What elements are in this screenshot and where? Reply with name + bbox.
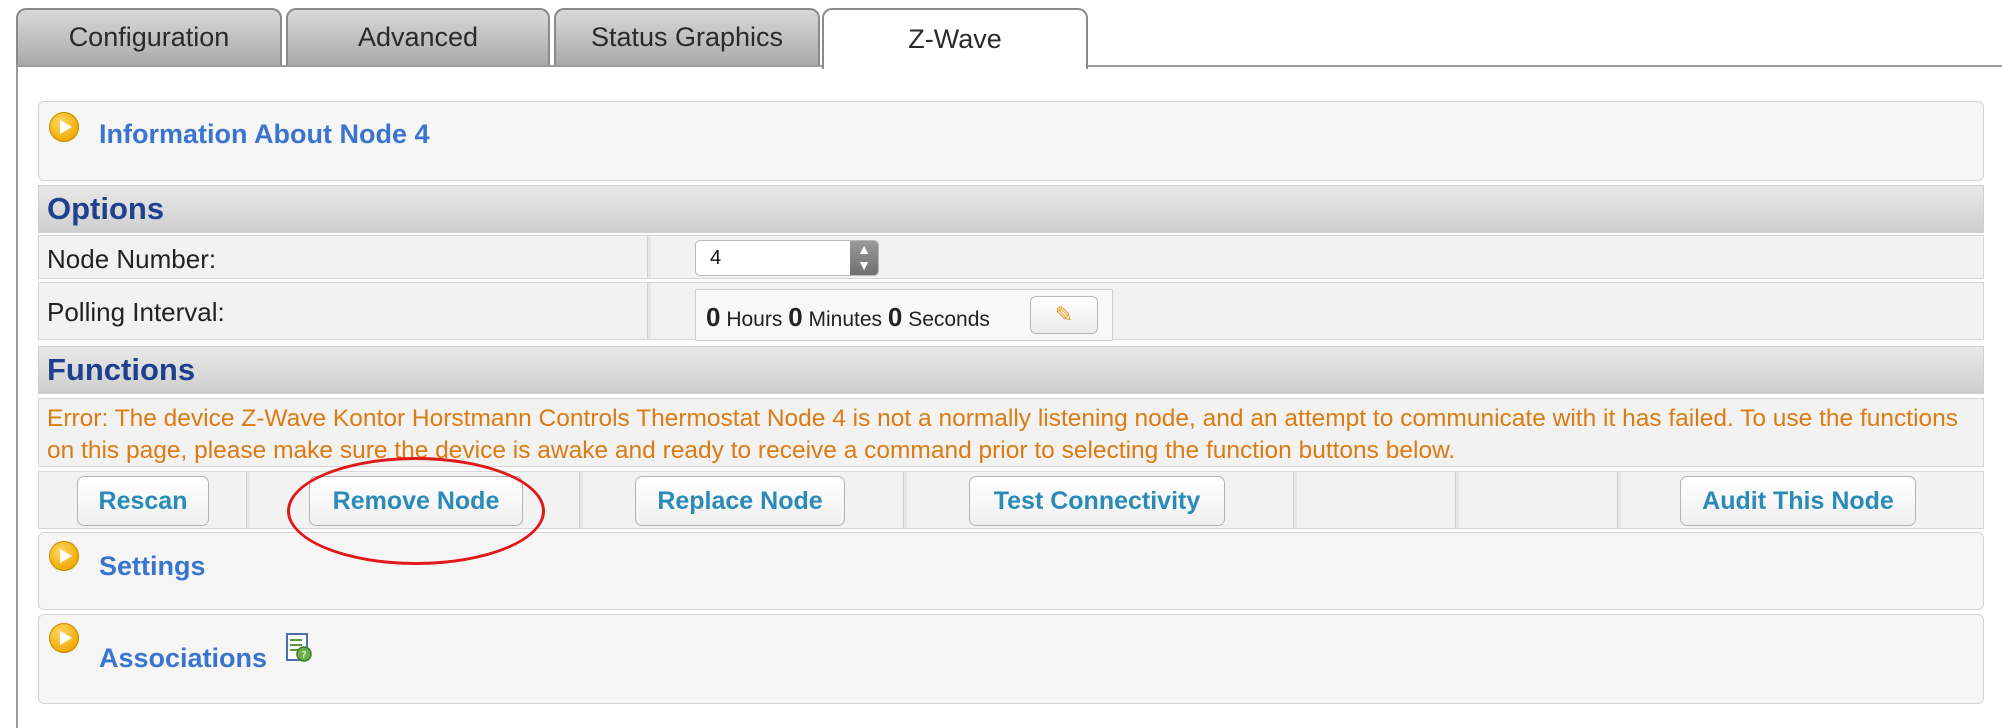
test-connectivity-button[interactable]: Test Connectivity [969, 476, 1225, 526]
tab-bar: Configuration Advanced Status Graphics Z… [16, 8, 2002, 69]
info-panel[interactable]: Information About Node 4 [38, 101, 1984, 181]
row-divider [647, 236, 651, 278]
tab-status-graphics[interactable]: Status Graphics [554, 8, 820, 65]
polling-interval-box: 0 Hours 0 Minutes 0 Seconds ✎ [695, 289, 1113, 341]
associations-panel-title[interactable]: Associations [99, 643, 267, 674]
rescan-button[interactable]: Rescan [77, 476, 209, 526]
audit-node-button[interactable]: Audit This Node [1680, 476, 1916, 526]
tab-z-wave[interactable]: Z-Wave [822, 8, 1088, 69]
tab-configuration[interactable]: Configuration [16, 8, 282, 65]
stepper-arrows-icon[interactable]: ▲ ▼ [850, 241, 878, 275]
annotation-circle [287, 457, 545, 565]
node-number-value: 4 [710, 247, 722, 269]
polling-seconds: 0 [887, 302, 903, 332]
options-header: Options [38, 185, 1984, 233]
help-document-icon[interactable]: ? [284, 632, 312, 664]
polling-minutes-label: Minutes [808, 308, 883, 331]
play-circle-icon[interactable] [49, 541, 79, 571]
polling-interval-row: Polling Interval: 0 Hours 0 Minutes 0 Se… [38, 282, 1984, 341]
info-panel-title[interactable]: Information About Node 4 [99, 119, 429, 150]
polling-seconds-label: Seconds [908, 308, 990, 331]
button-divider [246, 472, 250, 528]
polling-interval-label: Polling Interval: [47, 297, 225, 327]
polling-interval-value: 0 Hours 0 Minutes 0 Seconds [706, 302, 990, 333]
button-divider [1617, 472, 1621, 528]
polling-hours: 0 [706, 302, 721, 332]
node-number-label: Node Number: [47, 244, 217, 274]
replace-node-button[interactable]: Replace Node [635, 476, 845, 526]
error-message: Error: The device Z-Wave Kontor Horstman… [38, 398, 1984, 467]
node-number-stepper[interactable]: 4 ▲ ▼ [695, 240, 879, 276]
settings-panel-title[interactable]: Settings [99, 551, 206, 582]
pencil-icon: ✎ [1054, 302, 1074, 327]
play-circle-icon[interactable] [49, 623, 79, 653]
svg-text:?: ? [301, 650, 306, 661]
tab-advanced[interactable]: Advanced [286, 8, 550, 65]
play-circle-icon[interactable] [49, 112, 79, 142]
button-divider [1293, 472, 1297, 528]
associations-panel[interactable]: Associations [38, 614, 1984, 704]
functions-header: Functions [38, 346, 1984, 394]
polling-hours-label: Hours [726, 308, 783, 331]
row-divider [647, 283, 651, 339]
button-divider [1455, 472, 1459, 528]
polling-minutes: 0 [788, 302, 803, 332]
edit-polling-button[interactable]: ✎ [1030, 296, 1098, 334]
button-divider [579, 472, 583, 528]
node-number-row: Node Number: 4 ▲ ▼ [38, 235, 1984, 279]
button-divider [903, 472, 907, 528]
